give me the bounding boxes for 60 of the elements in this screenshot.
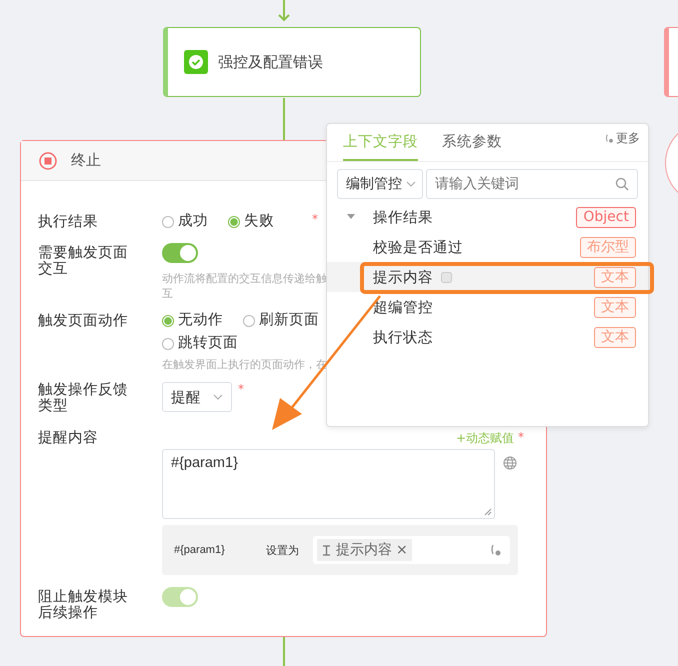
param-name: #{param1} (174, 544, 226, 556)
required-mark: * (518, 430, 524, 446)
mapping-label: 设置为 (266, 542, 300, 558)
remove-tag-button[interactable]: × (396, 542, 408, 558)
connector-line (283, 637, 285, 666)
field-label: 提醒内容 (38, 430, 99, 447)
select-field[interactable]: 提醒 (162, 382, 232, 412)
node-title: 强控及配置错误 (218, 52, 323, 72)
connector-arrow (278, 0, 290, 22)
hint-text: 动作流将配置的交互信息传递给触 (162, 271, 327, 286)
tree-item[interactable]: 超编管控 文本 (327, 292, 648, 322)
field-icon (441, 272, 452, 282)
chevron-down-icon (406, 181, 416, 187)
caret-down-icon (347, 214, 355, 220)
globe-icon[interactable] (503, 456, 517, 470)
radio-option[interactable]: 跳转页面 (162, 334, 238, 353)
type-tag: Object (576, 206, 636, 228)
panel-title: 终止 (71, 151, 101, 170)
variable-icon[interactable] (490, 543, 502, 557)
tag-label: 提示内容 (336, 541, 392, 559)
resize-grip-icon (484, 508, 492, 516)
field-label: 执行结果 (38, 213, 99, 231)
mapping-field[interactable]: 提示内容 × (313, 536, 510, 564)
required-mark: * (312, 212, 318, 226)
text-area[interactable]: #{param1} (162, 449, 495, 519)
variable-icon (605, 133, 614, 144)
hint-text: 互 (162, 286, 173, 301)
tree-item[interactable]: 校验是否通过 布尔型 (327, 232, 648, 262)
check-icon (184, 50, 208, 74)
search-icon (615, 177, 629, 191)
type-tag: 布尔型 (580, 236, 636, 258)
type-tag: 文本 (594, 266, 636, 288)
field-name: 超编管控 (373, 298, 433, 316)
tree-item[interactable]: 操作结果 Object (327, 202, 648, 232)
field-label: 触发操作反馈类型 (38, 382, 129, 414)
toggle-switch[interactable] (162, 243, 198, 263)
text-type-icon (321, 544, 332, 556)
tree-item[interactable]: 执行状态 文本 (327, 322, 648, 352)
field-name: 提示内容 (373, 268, 433, 286)
flow-node[interactable]: 强控及配置错误 (163, 27, 421, 97)
type-tag: 文本 (594, 326, 636, 348)
radio-option[interactable]: 失败 (228, 212, 274, 231)
required-mark: * (238, 382, 244, 396)
radio-option[interactable]: 无动作 (162, 311, 223, 330)
field-label: 触发页面动作 (38, 312, 129, 331)
radio-option[interactable]: 刷新页面 (243, 311, 319, 330)
more-link[interactable]: 更多 (605, 130, 640, 161)
search-field[interactable]: 请输入关键词 (426, 169, 638, 199)
radio-option[interactable]: 成功 (162, 212, 208, 231)
field-name: 校验是否通过 (373, 238, 463, 256)
connector-line (283, 98, 285, 140)
category-select[interactable]: 编制管控 (337, 169, 423, 199)
type-tag: 文本 (594, 296, 636, 318)
field-name: 执行状态 (373, 328, 433, 346)
field-label: 需要触发页面交互 (38, 244, 129, 279)
field-label: 阻止触发模块后续操作 (38, 588, 129, 621)
stop-icon (39, 152, 57, 170)
chevron-down-icon (213, 394, 223, 400)
tab[interactable]: 系统参数 (442, 132, 502, 161)
field-name: 操作结果 (373, 208, 433, 226)
